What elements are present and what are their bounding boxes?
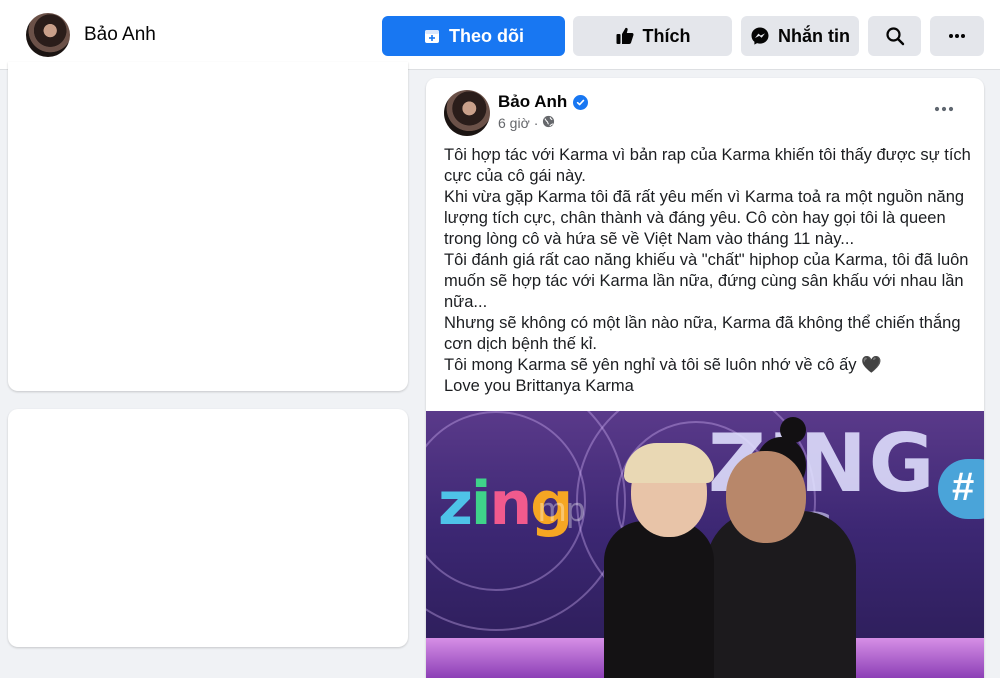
backdrop-hashtag-pill: # xyxy=(938,459,984,519)
more-dots-icon xyxy=(934,99,954,117)
post-text-line: Tôi hợp tác với Karma vì bản rap của Kar… xyxy=(444,146,971,185)
person-left-hair xyxy=(624,443,714,483)
post-more-button[interactable] xyxy=(930,98,958,118)
post-photo[interactable]: ZING C # zing mp xyxy=(426,411,984,678)
person-right-head xyxy=(726,451,806,543)
post-time[interactable]: 6 giờ xyxy=(498,115,530,131)
post-author[interactable]: Bảo Anh xyxy=(498,92,589,112)
zing-logo-letter: n xyxy=(489,469,533,539)
more-dots-icon xyxy=(948,33,966,39)
post-text: Tôi hợp tác với Karma vì bản rap của Kar… xyxy=(444,145,974,397)
more-options-button[interactable] xyxy=(930,16,984,56)
message-label: Nhắn tin xyxy=(778,25,850,46)
meta-separator: · xyxy=(533,115,539,131)
post-text-line: Love you Brittanya Karma xyxy=(444,377,634,395)
post-meta: 6 giờ · xyxy=(498,115,555,131)
search-icon xyxy=(885,26,905,46)
zing-logo-letter: i xyxy=(470,469,492,539)
person-right-hair-bun xyxy=(780,417,806,443)
left-column-card xyxy=(8,409,408,647)
page-header: Bảo Anh Theo dõi Thích Nhắn tin xyxy=(0,0,1000,70)
message-button[interactable]: Nhắn tin xyxy=(741,16,859,56)
post-text-line: Khi vừa gặp Karma tôi đã rất yêu mến vì … xyxy=(444,188,965,248)
like-label: Thích xyxy=(642,25,691,46)
like-button[interactable]: Thích xyxy=(573,16,732,56)
search-button[interactable] xyxy=(868,16,921,56)
follow-label: Theo dõi xyxy=(449,25,524,46)
add-page-icon xyxy=(423,27,441,45)
page-avatar[interactable] xyxy=(26,13,70,57)
post-text-line: Tôi mong Karma sẽ yên nghỉ và tôi sẽ luô… xyxy=(444,356,882,374)
globe-icon[interactable] xyxy=(542,115,555,131)
post-text-line: Tôi đánh giá rất cao năng khiếu và "chất… xyxy=(444,251,969,311)
post-author-avatar[interactable] xyxy=(444,90,490,136)
page-name[interactable]: Bảo Anh xyxy=(84,24,156,46)
left-column-card xyxy=(8,62,408,391)
person-left-body xyxy=(604,521,714,678)
messenger-icon xyxy=(750,26,770,46)
verified-badge-icon xyxy=(573,94,589,110)
post-text-line: Nhưng sẽ không có một lần nào nữa, Karma… xyxy=(444,314,961,353)
hashtag-pill-text: # xyxy=(952,465,975,509)
zing-logo-letter: z xyxy=(438,469,473,539)
thumbs-up-icon xyxy=(615,26,635,46)
post-card: Bảo Anh 6 giờ · Tôi hợp tác với Karma vì xyxy=(426,78,984,678)
zing-logo-suffix: mp xyxy=(538,491,586,529)
post-author-name[interactable]: Bảo Anh xyxy=(498,92,567,112)
follow-button[interactable]: Theo dõi xyxy=(382,16,565,56)
